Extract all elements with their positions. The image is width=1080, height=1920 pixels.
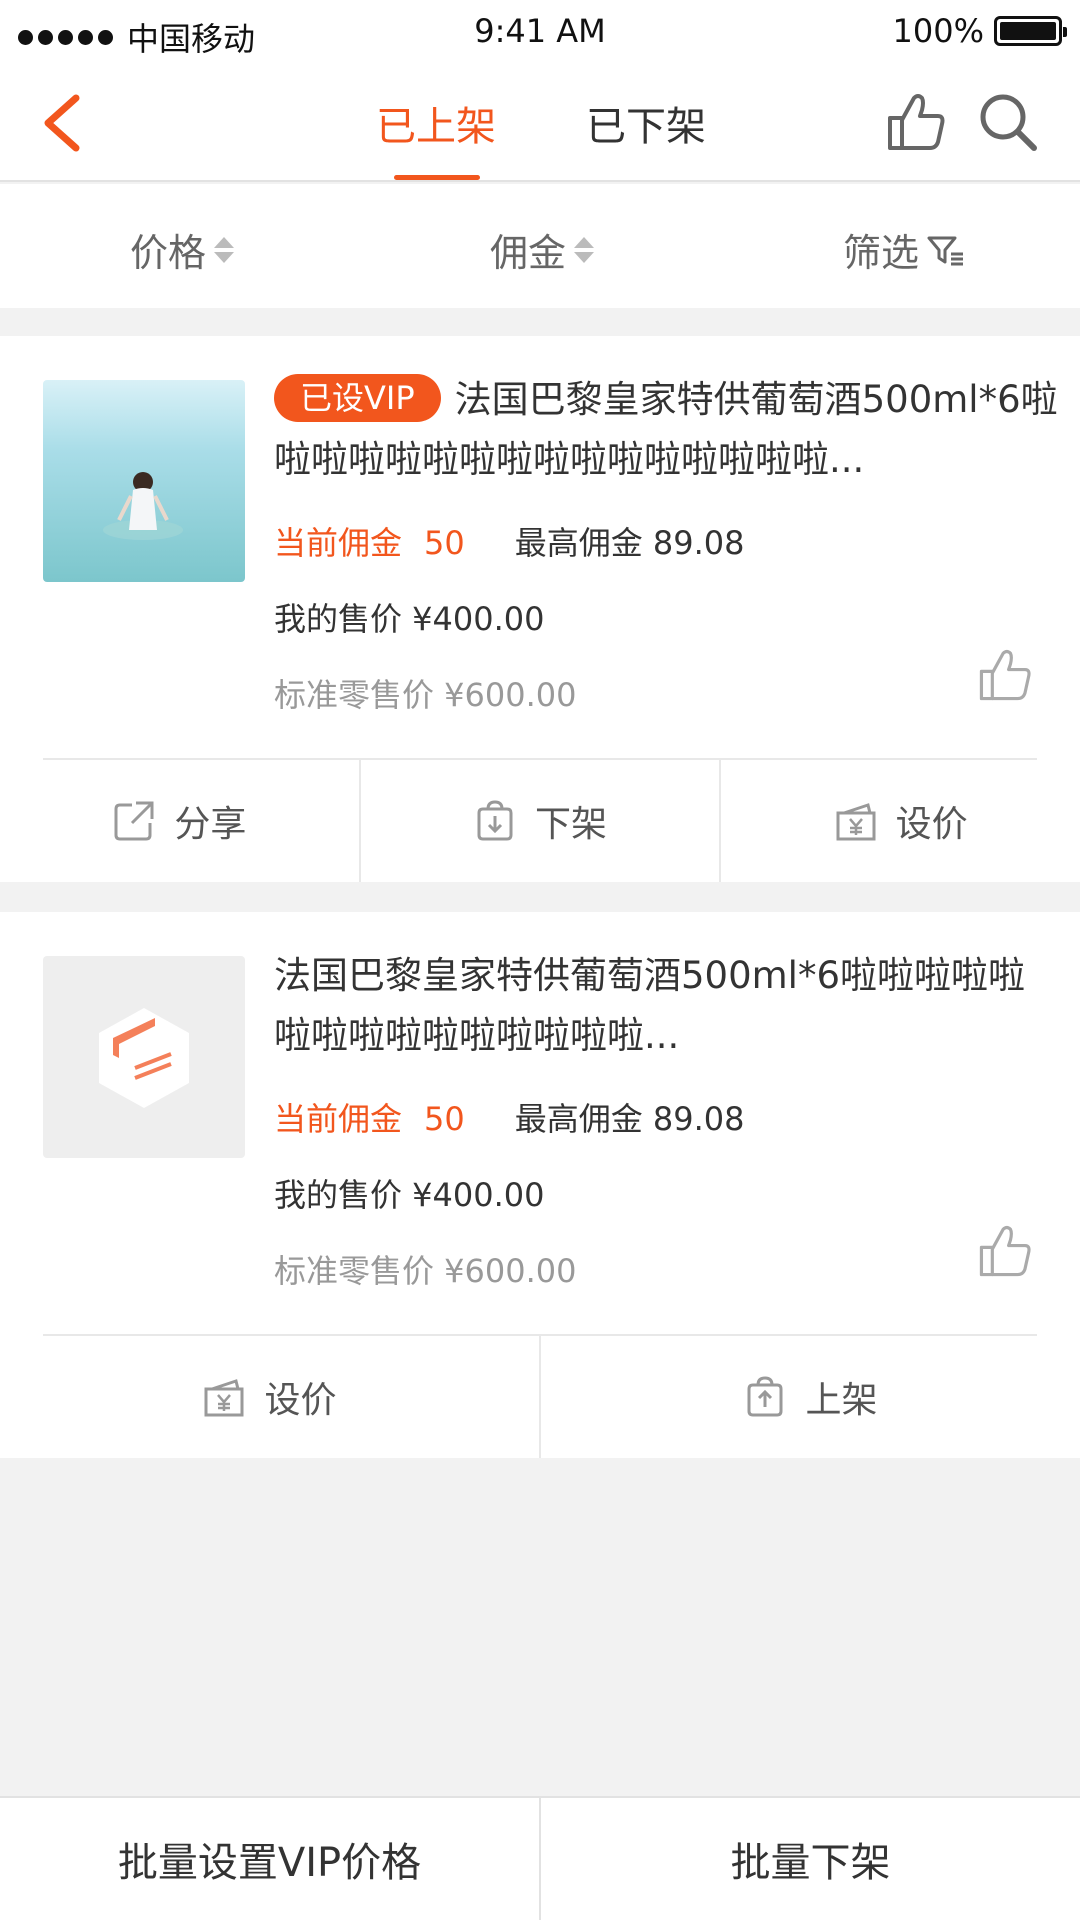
status-bar: 中国移动 9:41 AM 100% bbox=[0, 0, 1080, 62]
on-shelf-button[interactable]: 上架 bbox=[541, 1336, 1080, 1458]
sort-bar: 价格 佣金 筛选 bbox=[0, 184, 1080, 308]
share-button[interactable]: 分享 bbox=[0, 760, 361, 882]
share-label: 分享 bbox=[174, 804, 247, 845]
thumbs-up-icon bbox=[979, 1225, 1031, 1277]
current-commission: 当前佣金 50 bbox=[274, 1100, 465, 1138]
price-tag-icon bbox=[836, 803, 876, 841]
set-price-button[interactable]: 设价 bbox=[721, 760, 1080, 882]
search-button[interactable] bbox=[976, 90, 1040, 154]
product-card[interactable]: 已设VIP 法国巴黎皇家特供葡萄酒500ml*6啦啦啦啦啦啦啦啦啦啦啦啦啦啦啦啦.… bbox=[0, 336, 1080, 882]
sort-arrows-icon bbox=[574, 236, 595, 263]
product-title: 法国巴黎皇家特供葡萄酒500ml*6啦啦啦啦啦啦啦啦啦啦啦啦啦啦啦... bbox=[274, 954, 1025, 1057]
my-price: 我的售价 ¥400.00 bbox=[274, 1176, 545, 1214]
off-shelf-icon bbox=[477, 800, 513, 841]
card-actions: 设价 上架 bbox=[0, 1336, 1080, 1458]
current-commission: 当前佣金 50 bbox=[274, 524, 465, 562]
sort-commission[interactable]: 佣金 bbox=[490, 222, 595, 277]
filter-label: 筛选 bbox=[843, 231, 920, 275]
commission-row: 当前佣金 50 最高佣金 89.08 bbox=[274, 518, 745, 564]
sort-price-label: 价格 bbox=[130, 231, 207, 275]
set-price-label: 设价 bbox=[895, 804, 968, 845]
standard-price: 标准零售价 ¥600.00 bbox=[274, 1252, 577, 1290]
product-image-placeholder[interactable] bbox=[43, 956, 245, 1158]
nav-bar: 已上架 已下架 bbox=[0, 62, 1080, 182]
set-price-label: 设价 bbox=[264, 1380, 337, 1421]
sort-arrows-icon bbox=[214, 236, 235, 263]
max-commission: 最高佣金 89.08 bbox=[514, 1100, 745, 1138]
tab-off-shelf[interactable]: 已下架 bbox=[586, 94, 706, 182]
current-commission-label: 当前佣金 bbox=[274, 524, 403, 562]
off-shelf-label: 下架 bbox=[535, 804, 608, 845]
standard-price: 标准零售价 ¥600.00 bbox=[274, 676, 577, 714]
current-commission-value: 50 bbox=[424, 1100, 465, 1138]
like-button[interactable] bbox=[884, 90, 948, 154]
my-price: 我的售价 ¥400.00 bbox=[274, 600, 545, 638]
thumbs-up-icon bbox=[979, 649, 1031, 701]
on-shelf-icon bbox=[747, 1376, 783, 1417]
battery-indicator: 100% bbox=[892, 12, 1067, 50]
product-image[interactable] bbox=[43, 380, 245, 582]
sort-commission-label: 佣金 bbox=[490, 231, 567, 275]
search-icon bbox=[980, 94, 1037, 151]
battery-percent: 100% bbox=[892, 12, 984, 50]
card-like-button[interactable] bbox=[976, 1222, 1034, 1280]
set-price-button[interactable]: 设价 bbox=[0, 1336, 541, 1458]
batch-vip-price-button[interactable]: 批量设置VIP价格 bbox=[0, 1798, 541, 1920]
filter-button[interactable]: 筛选 bbox=[843, 222, 965, 277]
product-title-block[interactable]: 已设VIP 法国巴黎皇家特供葡萄酒500ml*6啦啦啦啦啦啦啦啦啦啦啦啦啦啦啦啦.… bbox=[274, 370, 1058, 490]
price-tag-icon bbox=[204, 1379, 244, 1417]
card-like-button[interactable] bbox=[976, 646, 1034, 704]
commission-row: 当前佣金 50 最高佣金 89.08 bbox=[274, 1094, 745, 1140]
thumbs-up-icon bbox=[888, 94, 945, 150]
product-photo bbox=[43, 380, 245, 582]
back-button[interactable] bbox=[36, 90, 96, 156]
card-actions: 分享 下架 设价 bbox=[0, 760, 1080, 882]
product-card[interactable]: 法国巴黎皇家特供葡萄酒500ml*6啦啦啦啦啦啦啦啦啦啦啦啦啦啦啦... 当前佣… bbox=[0, 912, 1080, 1458]
vip-badge: 已设VIP bbox=[274, 373, 441, 422]
product-title-block[interactable]: 法国巴黎皇家特供葡萄酒500ml*6啦啦啦啦啦啦啦啦啦啦啦啦啦啦啦... bbox=[274, 946, 1058, 1066]
bottom-bar: 批量设置VIP价格 批量下架 bbox=[0, 1796, 1080, 1920]
box-placeholder-icon bbox=[99, 1008, 189, 1108]
off-shelf-button[interactable]: 下架 bbox=[361, 760, 722, 882]
battery-icon bbox=[994, 16, 1067, 46]
sort-price[interactable]: 价格 bbox=[130, 222, 235, 277]
back-arrow-icon bbox=[44, 94, 80, 152]
share-icon bbox=[114, 801, 154, 841]
tab-on-shelf[interactable]: 已上架 bbox=[376, 94, 496, 182]
filter-icon bbox=[927, 236, 964, 265]
max-commission: 最高佣金 89.08 bbox=[514, 524, 745, 562]
current-commission-value: 50 bbox=[424, 524, 465, 562]
batch-off-shelf-button[interactable]: 批量下架 bbox=[541, 1798, 1080, 1920]
on-shelf-label: 上架 bbox=[805, 1380, 878, 1421]
current-commission-label: 当前佣金 bbox=[274, 1100, 403, 1138]
